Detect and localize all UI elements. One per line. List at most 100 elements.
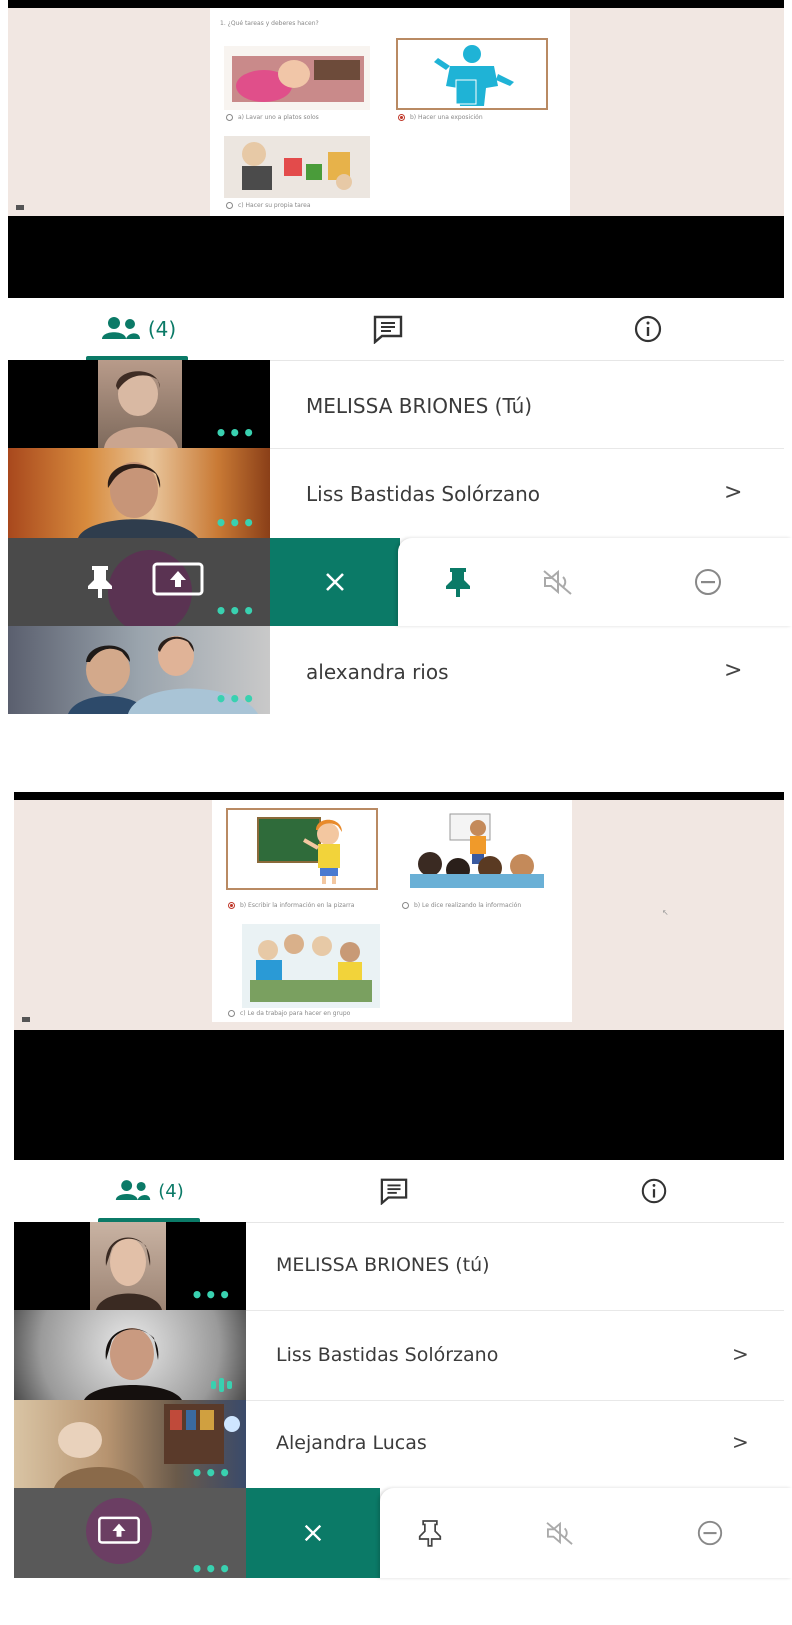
tab-info[interactable] [574,1160,734,1222]
people-icon [101,317,140,339]
present-icon[interactable] [96,1514,142,1548]
stage-marker [22,1017,30,1022]
option-radio-2[interactable] [398,114,405,121]
presentation-slide: 1. ¿Qué tareas y deberes hacen? a) Lavar… [210,8,570,216]
mute-icon [546,1521,573,1545]
tab-people[interactable]: (4) [48,298,228,360]
participant-video: ••• [8,626,270,714]
chat-icon [380,1178,408,1205]
pin-icon [418,1520,442,1547]
group-work-image [250,934,372,1002]
option-image-1 [226,808,378,890]
close-icon [326,573,344,591]
side-panel-tabs: (4) [8,298,784,361]
top-edge [14,792,784,800]
mute-participant-button[interactable] [528,538,588,626]
more-options-dots[interactable]: ••• [215,513,256,533]
meeting-screen-1: 1. ¿Qué tareas y deberes hacen? a) Lavar… [0,0,792,720]
person-silhouette [104,371,178,448]
chevron-right-icon[interactable]: > [732,1430,749,1454]
participant-video: ••• [14,1222,246,1310]
child-cleaning-image [232,56,364,102]
children-homework-image [224,136,370,198]
chat-icon [373,315,403,344]
shared-screen: ↖ b) Escribir la información en la pizar… [14,800,784,1030]
mute-participant-button[interactable] [530,1488,590,1578]
meeting-screen-2: ↖ b) Escribir la información en la pizar… [0,792,792,1625]
mute-icon [543,569,572,595]
remove-icon [695,569,721,595]
question-text: 1. ¿Qué tareas y deberes hacen? [220,20,319,27]
remove-icon [697,1520,723,1546]
option-image-2 [396,38,548,110]
self-tile: ••• [8,538,270,634]
chevron-right-icon[interactable]: > [724,658,742,683]
students-listening-image [410,813,544,888]
option-caption-3: c) Le da trabajo para hacer en grupo [240,1010,351,1017]
option-radio-3[interactable] [228,1010,235,1017]
participant-row[interactable]: Liss Bastidas Solórzano > [0,1310,792,1400]
option-image-3 [242,924,380,1008]
tab-chat[interactable] [308,298,468,360]
self-tile: ••• [14,1488,246,1579]
pin-icon[interactable] [80,560,120,600]
more-options-dots[interactable]: ••• [215,689,256,709]
participant-name: Alejandra Lucas [276,1432,427,1454]
participant-name: alexandra rios [306,660,449,684]
participant-row[interactable]: ••• Alejandra Lucas > [0,1400,792,1488]
participant-video: ••• [8,448,270,538]
speaking-indicator [211,1378,232,1392]
people-count: (4) [147,317,177,341]
participant-action-bar: ••• [0,1488,792,1579]
more-options-dots[interactable]: ••• [191,1285,232,1305]
close-actions-button[interactable] [246,1488,380,1578]
participant-row[interactable]: ••• MELISSA BRIONES (Tú) [0,360,792,448]
close-icon [304,1524,322,1542]
more-options-dots[interactable]: ••• [191,1559,232,1579]
video-feed [90,1222,166,1310]
participant-name: Liss Bastidas Solórzano [276,1344,499,1366]
option-radio-3[interactable] [226,202,233,209]
chevron-right-icon[interactable]: > [724,480,742,505]
more-options-dots[interactable]: ••• [191,1463,232,1483]
option-caption-3: c) Hacer su propia tarea [238,202,311,209]
option-image-1 [224,46,370,110]
pin-participant-button[interactable] [428,538,488,626]
option-radio-2[interactable] [402,902,409,909]
teacher-board-image [257,817,342,884]
participant-video [14,1310,246,1400]
presentation-slide: b) Escribir la información en la pizarra… [212,800,572,1022]
side-panel-tabs: (4) [14,1160,784,1223]
option-caption-2: b) Le dice realizando la información [414,902,522,909]
remove-participant-button[interactable] [678,538,738,626]
remove-participant-button[interactable] [680,1488,740,1578]
option-caption-1: b) Escribir la información en la pizarra [240,902,355,909]
option-caption-1: a) Lavar uno a platos solos [238,114,319,121]
participant-name: MELISSA BRIONES (tú) [276,1254,490,1276]
pin-icon [446,568,470,597]
participant-name: MELISSA BRIONES (Tú) [306,394,533,418]
present-icon[interactable] [150,560,206,600]
participant-row[interactable]: ••• Liss Bastidas Solórzano > [0,448,792,538]
tab-info[interactable] [568,298,728,360]
participant-row[interactable]: ••• alexandra rios > [0,626,792,714]
video-letterbox [14,1030,784,1160]
chevron-right-icon[interactable]: > [732,1342,749,1366]
pin-participant-button[interactable] [400,1488,460,1578]
tab-people[interactable]: (4) [64,1160,234,1222]
action-buttons [380,1488,792,1578]
stage-marker [16,205,24,210]
top-edge [8,0,784,8]
tab-chat[interactable] [314,1160,474,1222]
video-letterbox [8,216,784,298]
option-radio-1[interactable] [226,114,233,121]
option-image-3 [224,136,370,198]
info-icon [641,1178,667,1204]
option-radio-1[interactable] [228,902,235,909]
close-actions-button[interactable] [270,538,400,626]
more-options-dots[interactable]: ••• [215,423,256,443]
more-options-dots[interactable]: ••• [215,601,256,621]
participant-row[interactable]: ••• MELISSA BRIONES (tú) [0,1222,792,1310]
action-buttons [398,538,792,626]
option-image-2 [400,808,552,890]
